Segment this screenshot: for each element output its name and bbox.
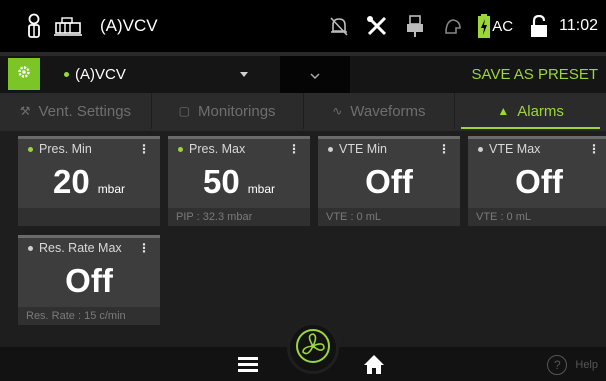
alarm-silenced-icon[interactable] <box>326 13 352 39</box>
tile-value: Off <box>65 262 113 299</box>
help-label: Help <box>575 359 598 371</box>
unlocked-icon[interactable] <box>531 14 548 37</box>
tile-footer: Res. Rate : 15 c/min <box>18 307 160 325</box>
more-vertical-icon[interactable]: ⋮ <box>438 143 450 155</box>
mode-dropdown[interactable]: (A)VCV <box>50 56 272 93</box>
profile-icon <box>440 13 466 39</box>
gear-icon <box>17 65 31 84</box>
mode-settings-button[interactable] <box>8 58 40 90</box>
monitor-icon: ▢ <box>178 104 191 118</box>
power-source-label: AC <box>492 17 514 35</box>
fan-icon <box>294 327 332 370</box>
mode-dropdown-label: (A)VCV <box>75 66 126 83</box>
tab-vent-settings[interactable]: ⚒ Vent. Settings <box>0 93 152 129</box>
tile-value: 20 <box>52 163 90 200</box>
battery-charging-icon <box>478 14 491 38</box>
help-button[interactable]: ? Help <box>547 355 598 375</box>
more-vertical-icon[interactable]: ⋮ <box>138 143 150 155</box>
clock: 11:02 <box>559 17 598 34</box>
tile-value: Off <box>515 163 563 200</box>
wave-icon: ∿ <box>332 104 343 118</box>
tile-title: VTE Max <box>489 142 541 156</box>
tools-icon[interactable] <box>364 13 390 39</box>
tab-waveforms[interactable]: ∿ Waveforms <box>304 93 456 129</box>
tile-footer: VTE : 0 mL <box>318 208 460 226</box>
status-bar: (A)VCV AC 11:02 <box>0 0 606 52</box>
alarm-tile-vte-max[interactable]: VTE Max ⋮ Off VTE : 0 mL <box>468 136 606 226</box>
tile-unit: mbar <box>247 182 276 196</box>
mode-bar: (A)VCV SAVE AS PRESET <box>0 56 606 93</box>
tab-label: Alarms <box>517 102 564 120</box>
caret-down-icon <box>240 72 248 77</box>
status-dot <box>328 146 333 152</box>
tile-value: 50 <box>202 163 240 200</box>
tile-title: Pres. Max <box>189 142 246 156</box>
alarm-tile-res-rate-max[interactable]: Res. Rate Max ⋮ Off Res. Rate : 15 c/min <box>18 235 160 325</box>
bell-icon: ▲ <box>497 104 510 118</box>
tile-unit: mbar <box>97 182 126 196</box>
more-vertical-icon[interactable]: ⋮ <box>288 143 300 155</box>
tile-footer: VTE : 0 mL <box>468 208 606 226</box>
tab-monitorings[interactable]: ▢ Monitorings <box>152 93 304 129</box>
help-icon: ? <box>547 355 568 375</box>
tab-label: Monitorings <box>198 102 276 120</box>
tile-title: VTE Min <box>339 142 387 156</box>
status-mode-label: (A)VCV <box>100 16 158 35</box>
status-dot <box>178 146 183 152</box>
alarm-tile-pres-min[interactable]: Pres. Min ⋮ 20 mbar <box>18 136 160 226</box>
chevron-down-icon <box>310 66 320 84</box>
tile-value: Off <box>365 163 413 200</box>
alarms-panel: Pres. Min ⋮ 20 mbar Pres. Max ⋮ 50 mbar PI… <box>0 131 606 347</box>
mode-indicator-dot <box>64 72 69 77</box>
save-as-preset-button[interactable]: SAVE AS PRESET <box>472 56 606 93</box>
patient-icon <box>24 13 44 39</box>
wrench-icon: ⚒ <box>19 104 31 118</box>
tab-label: Waveforms <box>350 102 426 120</box>
tile-footer <box>18 208 160 226</box>
status-dot <box>28 146 33 152</box>
mode-options-button[interactable] <box>280 56 350 93</box>
alarm-tile-vte-min[interactable]: VTE Min ⋮ Off VTE : 0 mL <box>318 136 460 226</box>
tile-footer: PIP : 32.3 mbar <box>168 208 310 226</box>
more-vertical-icon[interactable]: ⋮ <box>138 242 150 254</box>
tab-label: Vent. Settings <box>38 102 132 120</box>
status-dot <box>478 146 483 152</box>
more-vertical-icon[interactable]: ⋮ <box>588 143 600 155</box>
tile-title: Res. Rate Max <box>39 241 122 255</box>
status-dot <box>28 245 33 251</box>
tab-alarms[interactable]: ▲ Alarms <box>455 93 606 129</box>
alarm-tile-pres-max[interactable]: Pres. Max ⋮ 50 mbar PIP : 32.3 mbar <box>168 136 310 226</box>
menu-icon[interactable] <box>238 354 260 376</box>
fan-button[interactable] <box>287 322 339 374</box>
tile-title: Pres. Min <box>39 142 92 156</box>
connection-icon <box>402 13 428 39</box>
home-icon[interactable] <box>362 353 386 377</box>
ventilator-icon <box>54 15 82 37</box>
tab-bar: ⚒ Vent. Settings ▢ Monitorings ∿ Wavefor… <box>0 93 606 129</box>
